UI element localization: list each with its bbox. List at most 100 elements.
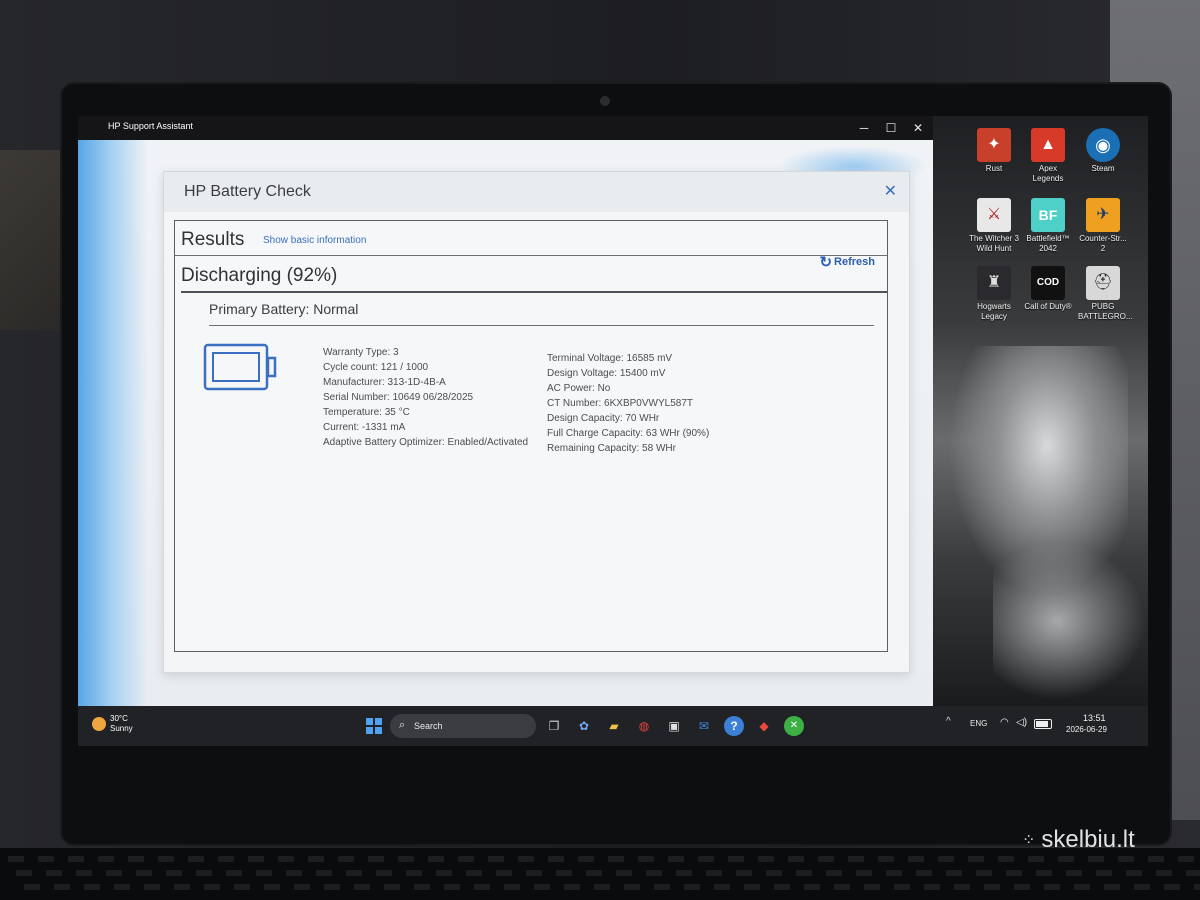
keyboard-key xyxy=(1074,884,1090,890)
hp-support-assistant-icon[interactable]: ? xyxy=(724,716,744,736)
file-explorer-icon[interactable]: ▰ xyxy=(604,716,624,736)
keyboard-key xyxy=(834,884,850,890)
keyboard-key xyxy=(1164,884,1180,890)
desktop-icon-call-of-duty[interactable]: COD Call of Duty® xyxy=(1023,266,1073,312)
laptop-screen: HP Support Assistant ─ ☐ ✕ HP Battery Ch… xyxy=(78,116,1148,746)
results-panel: Results Show basic information ↻ Refresh … xyxy=(174,220,888,652)
keyboard-key xyxy=(1096,870,1112,876)
wallpaper-mountain xyxy=(993,536,1148,706)
keyboard-key xyxy=(504,884,520,890)
keyboard-key xyxy=(136,870,152,876)
keyboard-key xyxy=(488,856,504,862)
webcam xyxy=(600,96,610,106)
maximize-button[interactable]: ☐ xyxy=(881,119,901,137)
keyboard-key xyxy=(586,870,602,876)
keyboard-key xyxy=(174,884,190,890)
taskbar: 30°C Sunny ⌕ Search ❐ ✿ ▰ ◍ ▣ ✉ ? ◆ ✕ ^ … xyxy=(78,706,1148,746)
keyboard-key xyxy=(684,884,700,890)
dialog-close-icon[interactable]: ✕ xyxy=(884,181,897,201)
keyboard-key xyxy=(578,856,594,862)
windows-logo-icon xyxy=(366,718,373,725)
desktop-icon-counter-strike-2[interactable]: ✈ Counter-Str... 2 xyxy=(1078,198,1128,254)
desktop-icon-battlefield-2042[interactable]: BF Battlefield™ 2042 xyxy=(1023,198,1073,254)
keyboard-key xyxy=(1058,856,1074,862)
start-button[interactable] xyxy=(366,718,382,734)
battery-check-dialog: HP Battery Check ✕ Results Show basic in… xyxy=(163,171,910,673)
keyboard-key xyxy=(376,870,392,876)
desktop-icon-label: Call of Duty® xyxy=(1024,302,1072,311)
keyboard-key xyxy=(428,856,444,862)
keyboard-key xyxy=(1044,884,1060,890)
desktop-icon-steam[interactable]: ◉ Steam xyxy=(1078,128,1128,174)
keyboard-key xyxy=(534,884,550,890)
keyboard-key xyxy=(106,870,122,876)
desktop-icon-rust[interactable]: ✦ Rust xyxy=(969,128,1019,174)
keyboard-key xyxy=(46,870,62,876)
keyboard-key xyxy=(518,856,534,862)
sun-icon xyxy=(92,717,106,731)
keyboard-key xyxy=(864,884,880,890)
keyboard-key xyxy=(414,884,430,890)
apex-legends-icon: ▲ xyxy=(1031,128,1065,162)
watermark-logo-icon: ⁘ xyxy=(1022,832,1036,849)
keyboard-key xyxy=(954,884,970,890)
divider xyxy=(181,291,887,293)
desktop-icon-pubg[interactable]: ⛑ PUBG BATTLEGRO... xyxy=(1078,266,1133,322)
desktop-icon-label: Apex Legends xyxy=(1032,164,1064,183)
input-language[interactable]: ENG xyxy=(970,719,987,728)
keyboard-key xyxy=(766,870,782,876)
keyboard-key xyxy=(188,856,204,862)
tray-overflow-chevron-icon[interactable]: ^ xyxy=(946,716,951,727)
dialog-title: HP Battery Check xyxy=(184,183,311,200)
wifi-icon[interactable]: ◠ xyxy=(1000,717,1009,728)
volume-icon[interactable]: ◁) xyxy=(1016,717,1027,728)
xbox-icon[interactable]: ✕ xyxy=(784,716,804,736)
weather-temperature: 30°C xyxy=(110,714,128,723)
keyboard-key xyxy=(714,884,730,890)
keyboard-key xyxy=(556,870,572,876)
task-view-icon[interactable]: ❐ xyxy=(544,716,564,736)
clock-date[interactable]: 2026-06-29 xyxy=(1066,725,1107,734)
battery-details-left: Warranty Type: 3 Cycle count: 121 / 1000… xyxy=(323,345,528,450)
keyboard-key xyxy=(406,870,422,876)
refresh-label: Refresh xyxy=(834,256,875,268)
store-icon[interactable]: ▣ xyxy=(664,716,684,736)
desktop-wallpaper: ✦ Rust ▲ Apex Legends ◉ Steam ⚔ The Witc… xyxy=(933,116,1148,706)
keyboard-key xyxy=(594,884,610,890)
game-app-icon[interactable]: ◆ xyxy=(754,716,774,736)
detail-current: Current: -1331 mA xyxy=(323,422,406,433)
detail-design-voltage: Design Voltage: 15400 mV xyxy=(547,368,666,379)
battery-tray-icon[interactable] xyxy=(1034,719,1052,729)
keyboard-key xyxy=(354,884,370,890)
desktop-icon-witcher-3[interactable]: ⚔ The Witcher 3 Wild Hunt xyxy=(969,198,1019,254)
detail-ct-number: CT Number: 6KXBP0VWYL587T xyxy=(547,398,693,409)
keyboard-key xyxy=(278,856,294,862)
window-accent-glow xyxy=(78,140,148,706)
detail-adaptive-optimizer: Adaptive Battery Optimizer: Enabled/Acti… xyxy=(323,437,529,448)
desktop-icon-apex-legends[interactable]: ▲ Apex Legends xyxy=(1023,128,1073,184)
keyboard-key xyxy=(256,870,272,876)
keyboard-key xyxy=(54,884,70,890)
clock-time[interactable]: 13:51 xyxy=(1083,713,1106,723)
keyboard-key xyxy=(308,856,324,862)
mail-icon[interactable]: ✉ xyxy=(694,716,714,736)
weather-condition: Sunny xyxy=(110,724,133,733)
desktop-icon-label: PUBG BATTLEGRO... xyxy=(1078,302,1133,321)
keyboard-key xyxy=(324,884,340,890)
keyboard-key xyxy=(916,870,932,876)
keyboard-key xyxy=(1118,856,1134,862)
battery-details-right: Terminal Voltage: 16585 mV Design Voltag… xyxy=(547,351,709,456)
desktop-icon-hogwarts-legacy[interactable]: ♜ Hogwarts Legacy xyxy=(969,266,1019,322)
chrome-icon[interactable]: ◍ xyxy=(634,716,654,736)
desktop-icon-label: The Witcher 3 Wild Hunt xyxy=(969,234,1019,253)
keyboard-key xyxy=(646,870,662,876)
keyboard-key xyxy=(638,856,654,862)
show-basic-information-link[interactable]: Show basic information xyxy=(263,235,366,246)
battery-status-heading: Discharging (92%) xyxy=(181,265,338,286)
copilot-icon[interactable]: ✿ xyxy=(574,716,594,736)
minimize-button[interactable]: ─ xyxy=(854,119,874,137)
taskbar-search[interactable]: ⌕ Search xyxy=(390,714,536,738)
detail-terminal-voltage: Terminal Voltage: 16585 mV xyxy=(547,353,673,364)
keyboard-key xyxy=(218,856,234,862)
close-window-button[interactable]: ✕ xyxy=(908,119,928,137)
